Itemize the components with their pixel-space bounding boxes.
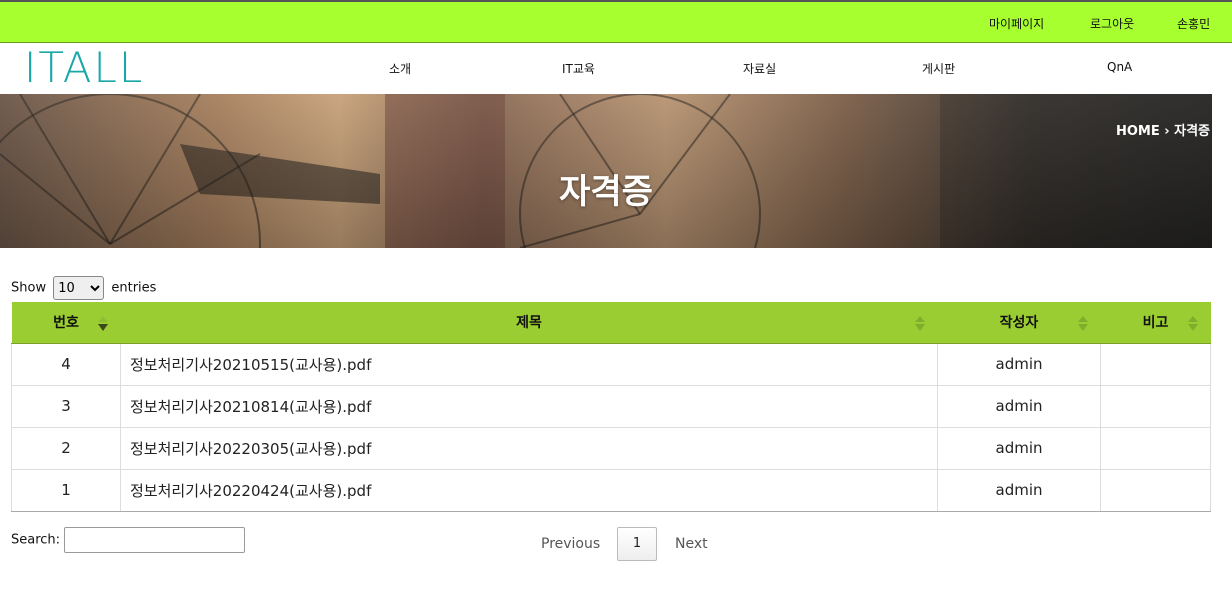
nav-item-qna[interactable]: QnA [1107,60,1132,74]
column-header-note[interactable]: 비고 [1100,302,1211,344]
nav-item-board[interactable]: 게시판 [922,60,955,77]
row-author: admin [937,384,1101,428]
row-note [1100,468,1211,512]
sort-icon [1187,316,1198,331]
table-row[interactable]: 1 정보처리기사20220424(교사용).pdf admin [11,468,1211,512]
search-control: Search: [11,527,246,553]
breadcrumb[interactable]: HOME › 자격증 [1116,120,1210,139]
page-size-select[interactable]: 10 25 50 100 [53,276,105,300]
nav-item-intro[interactable]: 소개 [389,60,411,77]
row-title-link[interactable]: 정보처리기사20220424(교사용).pdf [120,468,938,512]
logout-link[interactable]: 로그아웃 [1090,15,1134,32]
column-header-number[interactable]: 번호 [11,302,121,344]
row-title-link[interactable]: 정보처리기사20210814(교사용).pdf [120,384,938,428]
row-title-link[interactable]: 정보처리기사20220305(교사용).pdf [120,426,938,470]
row-number: 2 [11,426,121,470]
table-row[interactable]: 4 정보처리기사20210515(교사용).pdf admin [11,342,1211,386]
show-label: Show [11,280,47,296]
row-title-link[interactable]: 정보처리기사20210515(교사용).pdf [120,342,938,386]
row-note [1100,426,1211,470]
top-bar: 마이페이지 로그아웃 손홍민 [0,0,1232,43]
column-header-author[interactable]: 작성자 [937,302,1101,344]
table-row[interactable]: 3 정보처리기사20210814(교사용).pdf admin [11,384,1211,428]
site-logo[interactable]: ITALL [24,43,144,93]
column-header-title[interactable]: 제목 [120,302,938,344]
hero-banner: HOME › 자격증 자격증 [0,94,1212,248]
row-number: 4 [11,342,121,386]
entries-label: entries [111,280,157,296]
user-name-link[interactable]: 손홍민 [1177,15,1210,32]
sort-icon [1077,316,1088,331]
page-title: 자격증 [559,172,653,212]
mypage-link[interactable]: 마이페이지 [989,15,1044,32]
sort-desc-icon [97,316,108,331]
sort-icon [914,316,925,331]
row-number: 1 [11,468,121,512]
row-author: admin [937,426,1101,470]
row-number: 3 [11,384,121,428]
nav-item-it-education[interactable]: IT교육 [562,60,595,77]
next-button[interactable]: Next [675,536,708,552]
table-row[interactable]: 2 정보처리기사20220305(교사용).pdf admin [11,426,1211,470]
row-author: admin [937,468,1101,512]
search-input[interactable] [64,527,246,553]
page-button-1[interactable]: 1 [617,527,657,561]
previous-button[interactable]: Previous [541,536,600,552]
data-table: 번호 제목 작성자 비고 4 정보처리기사20210515(교사용).pdf a… [11,302,1211,512]
page-size-control: Show 10 25 50 100 entries [11,276,156,300]
header: ITALL 소개 IT교육 자료실 게시판 QnA [0,43,1232,94]
row-note [1100,384,1211,428]
search-label: Search: [11,532,61,548]
row-note [1100,342,1211,386]
nav-item-archive[interactable]: 자료실 [743,60,776,77]
row-author: admin [937,342,1101,386]
